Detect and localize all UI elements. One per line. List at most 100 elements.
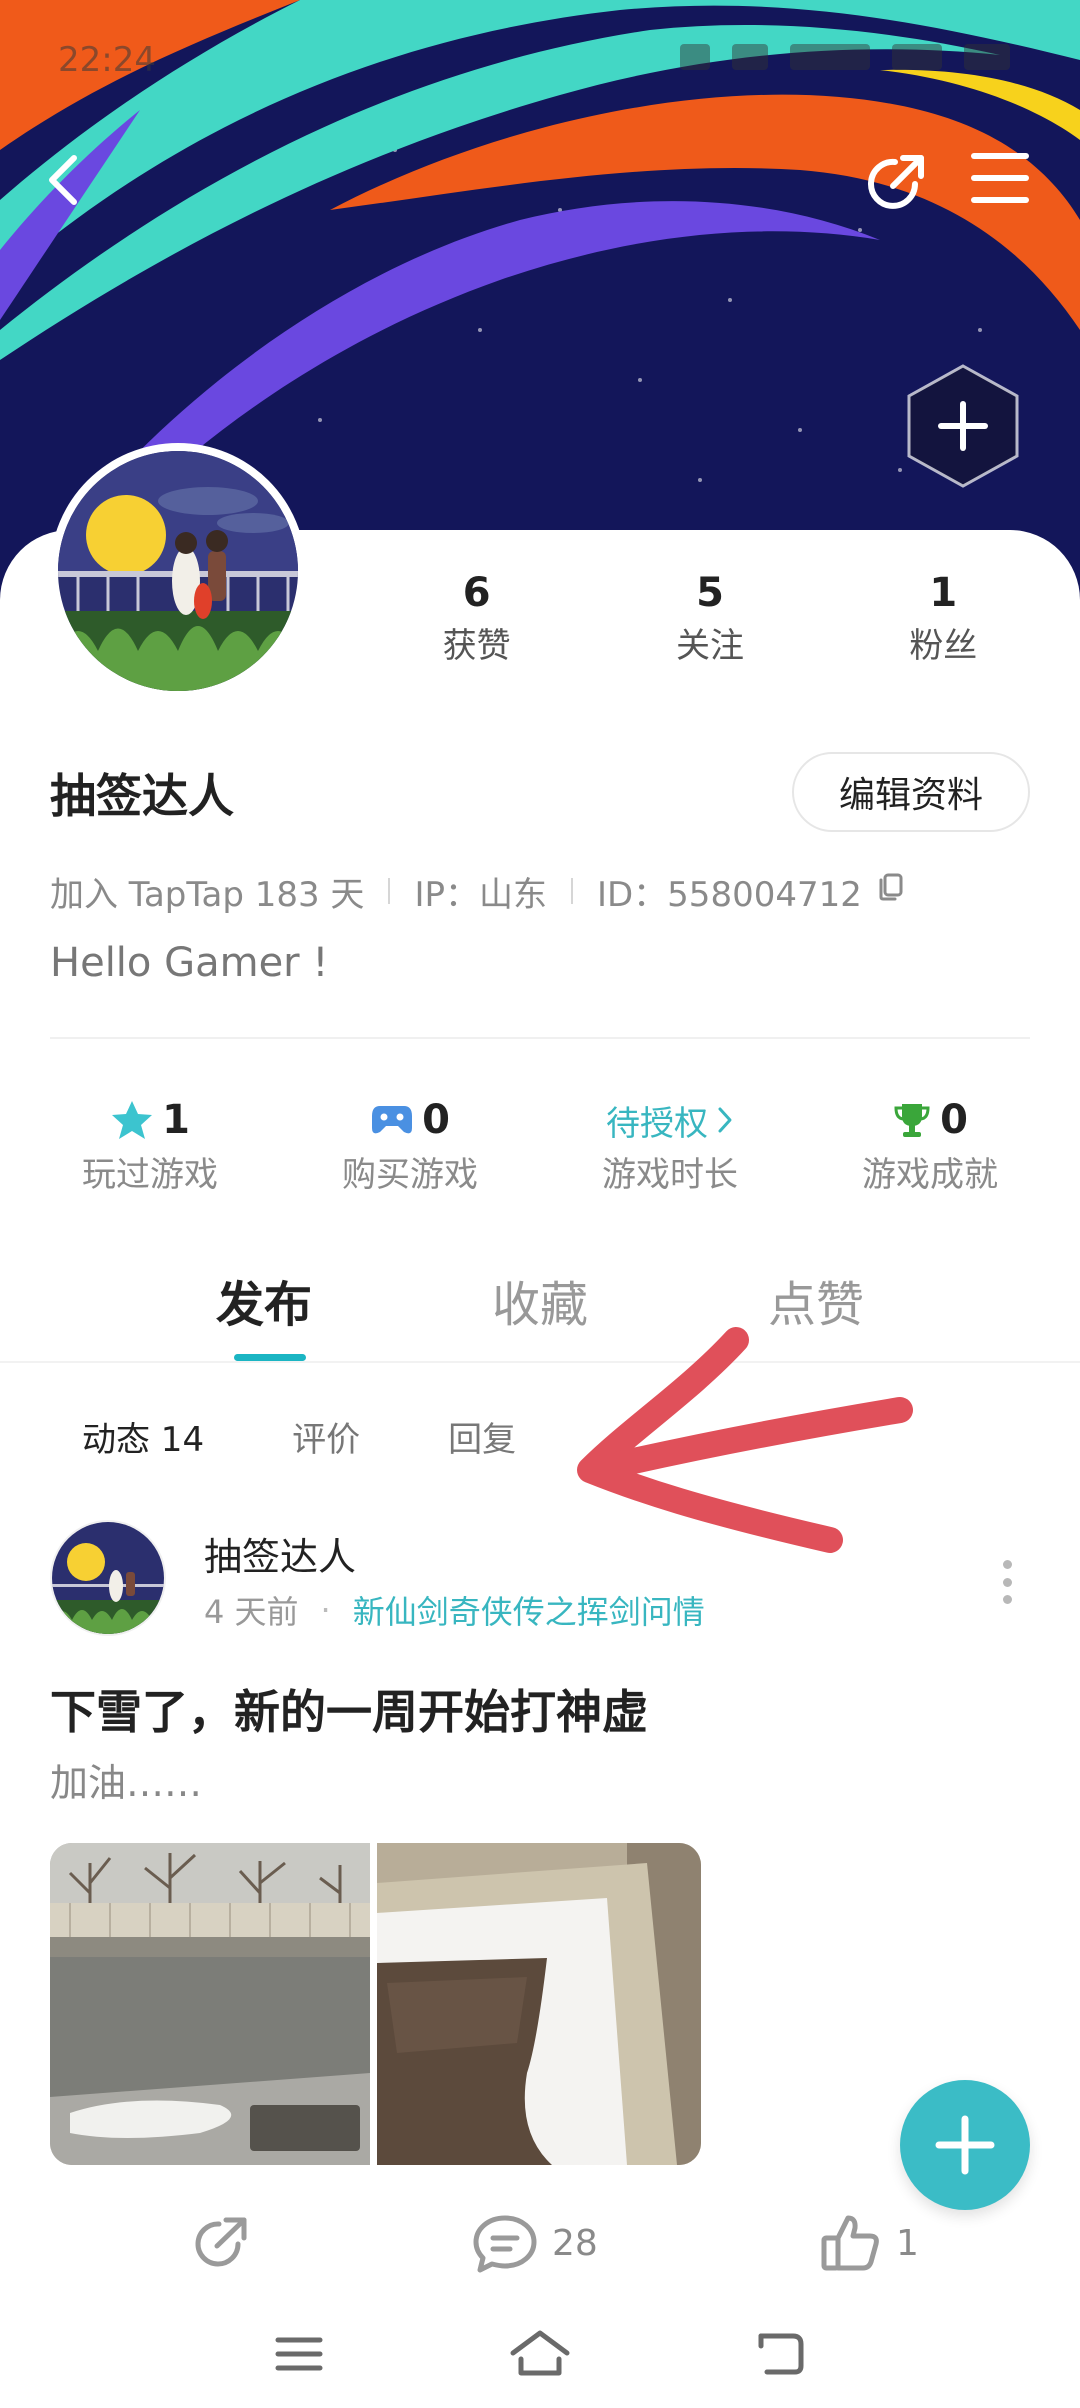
avatar[interactable] bbox=[50, 443, 306, 699]
purchased-label: 购买游戏 bbox=[342, 1155, 478, 1195]
nav-home-button[interactable] bbox=[495, 2314, 585, 2394]
stat-label: 粉丝 bbox=[909, 626, 978, 666]
comment-icon bbox=[473, 2215, 537, 2273]
subtab-reviews[interactable]: 评价 bbox=[292, 1412, 360, 1468]
stat-label: 获赞 bbox=[442, 626, 511, 666]
stat-label: 关注 bbox=[675, 626, 744, 666]
achievement-count: 0 bbox=[940, 1097, 968, 1143]
post-game-link[interactable]: 新仙剑奇侠传之挥剑问情 bbox=[353, 1587, 705, 1633]
comment-count: 28 bbox=[552, 2222, 598, 2264]
create-post-button[interactable] bbox=[900, 2080, 1030, 2210]
plus-icon bbox=[935, 2115, 995, 2175]
stat-following[interactable]: 5 关注 bbox=[593, 565, 826, 685]
username: 抽签达人 bbox=[50, 769, 234, 823]
battery-icon bbox=[964, 44, 1010, 70]
menu-icon bbox=[275, 2337, 323, 2371]
post-body[interactable]: 加油…… bbox=[50, 1752, 202, 1807]
post-more-button[interactable] bbox=[992, 1552, 1022, 1612]
profile-stats: 6 获赞 5 关注 1 粉丝 bbox=[360, 565, 1060, 685]
post-image[interactable] bbox=[377, 1843, 701, 2165]
played-count: 1 bbox=[162, 1097, 190, 1143]
annotation-arrow bbox=[577, 1327, 913, 1553]
tab-label: 发布 bbox=[215, 1277, 312, 1333]
system-nav-bar bbox=[0, 2300, 1080, 2408]
played-label: 玩过游戏 bbox=[82, 1155, 218, 1195]
back-button[interactable] bbox=[42, 150, 122, 230]
dot-icon bbox=[1002, 1560, 1012, 1569]
sub-tabs: 动态 14 评价 回复 bbox=[82, 1412, 604, 1468]
notification-icon bbox=[732, 44, 768, 70]
copy-id-button[interactable] bbox=[876, 871, 904, 911]
post-time: 4 天前 bbox=[204, 1593, 299, 1631]
stat-likes[interactable]: 6 获赞 bbox=[360, 565, 593, 685]
hamburger-icon bbox=[971, 153, 1029, 203]
chevron-right-icon bbox=[718, 1107, 732, 1133]
plus-icon bbox=[907, 364, 1019, 488]
post-like-button[interactable]: 1 bbox=[820, 2198, 919, 2288]
achievements[interactable]: 0 游戏成就 bbox=[800, 1090, 1060, 1220]
stat-value: 6 bbox=[462, 570, 491, 616]
alarm-icon bbox=[680, 44, 710, 70]
nav-recents-button[interactable] bbox=[254, 2314, 344, 2394]
separator bbox=[570, 878, 573, 904]
trophy-icon bbox=[894, 1104, 930, 1137]
share-icon bbox=[195, 2217, 247, 2267]
subtab-replies[interactable]: 回复 bbox=[448, 1412, 516, 1468]
chevron-left-icon bbox=[49, 155, 77, 205]
avatar-image bbox=[52, 1522, 164, 1634]
post-author-avatar[interactable] bbox=[50, 1520, 166, 1636]
avatar-image bbox=[58, 451, 298, 691]
copy-icon bbox=[879, 873, 903, 901]
share-icon bbox=[868, 155, 924, 209]
profile-meta: 加入 TapTap 183 天 IP：山东 ID：558004712 bbox=[50, 866, 904, 916]
bio: Hello Gamer ! bbox=[50, 940, 329, 986]
gamepad-icon bbox=[372, 1106, 413, 1134]
home-icon bbox=[510, 2330, 570, 2376]
tab-publish[interactable]: 发布 bbox=[126, 1270, 402, 1361]
photo-wet-street bbox=[50, 1843, 370, 2165]
play-time[interactable]: 待授权 游戏时长 bbox=[540, 1090, 800, 1220]
status-icons bbox=[680, 44, 1010, 70]
status-bar: 22:24 bbox=[0, 0, 1080, 120]
stat-value: 1 bbox=[929, 570, 958, 616]
post-actions: 28 1 bbox=[0, 2198, 1080, 2288]
edit-profile-button[interactable]: 编辑资料 bbox=[792, 752, 1030, 832]
signal-icon bbox=[790, 44, 870, 70]
post-author-name[interactable]: 抽签达人 bbox=[204, 1526, 356, 1581]
active-tab-indicator bbox=[234, 1354, 306, 1361]
post-meta: 4 天前 · 新仙剑奇侠传之挥剑问情 bbox=[204, 1587, 705, 1633]
stat-value: 5 bbox=[696, 570, 724, 616]
subtab-moments[interactable]: 动态 14 bbox=[82, 1412, 204, 1468]
played-games[interactable]: 1 玩过游戏 bbox=[20, 1090, 280, 1220]
share-button[interactable] bbox=[865, 150, 945, 230]
star-icon bbox=[112, 1101, 153, 1139]
game-stats: 1 玩过游戏 0 购买游戏 待授权 游戏时长 0 游戏成就 bbox=[20, 1090, 1060, 1220]
dot-icon bbox=[1002, 1595, 1012, 1604]
photo-snow-planter bbox=[377, 1843, 701, 2165]
post-title[interactable]: 下雪了，新的一周开始打神虚 bbox=[50, 1676, 648, 1742]
menu-button[interactable] bbox=[970, 150, 1050, 230]
play-time-label: 游戏时长 bbox=[602, 1155, 738, 1195]
divider bbox=[50, 1037, 1030, 1039]
add-cover-button[interactable] bbox=[905, 362, 1021, 490]
post-image[interactable] bbox=[50, 1843, 370, 2165]
stat-followers[interactable]: 1 粉丝 bbox=[827, 565, 1060, 685]
back-arrow-icon bbox=[758, 2333, 804, 2375]
ip-location: IP：山东 bbox=[414, 874, 547, 915]
user-id: ID：558004712 bbox=[596, 874, 862, 915]
achievement-label: 游戏成就 bbox=[862, 1155, 998, 1195]
play-time-status: 待授权 bbox=[606, 1103, 708, 1144]
like-count: 1 bbox=[896, 2222, 919, 2264]
wifi-icon bbox=[892, 44, 942, 70]
nav-back-button[interactable] bbox=[735, 2314, 825, 2394]
join-info: 加入 TapTap 183 天 bbox=[50, 874, 365, 915]
separator: · bbox=[320, 1591, 331, 1629]
thumbs-up-icon bbox=[821, 2215, 879, 2271]
post-share-button[interactable] bbox=[190, 2198, 252, 2288]
post-comment-button[interactable]: 28 bbox=[472, 2198, 598, 2288]
purchased-count: 0 bbox=[422, 1097, 450, 1143]
dot-icon bbox=[1002, 1577, 1012, 1587]
status-time: 22:24 bbox=[58, 40, 156, 80]
separator bbox=[388, 878, 391, 904]
purchased-games[interactable]: 0 购买游戏 bbox=[280, 1090, 540, 1220]
